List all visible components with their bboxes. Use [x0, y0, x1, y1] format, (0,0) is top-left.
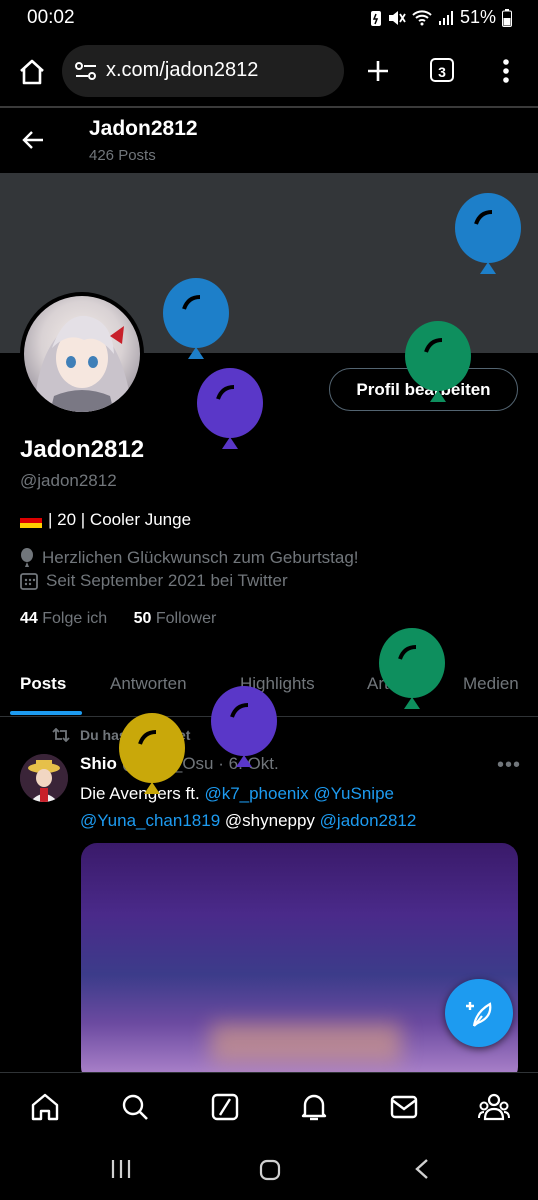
browser-toolbar: x.com/jadon2812 3 [0, 36, 538, 108]
grok-icon[interactable] [210, 1092, 240, 1122]
messages-icon[interactable] [389, 1092, 419, 1122]
profile-birthday: Herzlichen Glückwunsch zum Geburtstag! [20, 548, 359, 568]
tab-medien[interactable]: Medien [463, 674, 519, 694]
mention-link[interactable]: @Yuna_chan1819 [80, 811, 220, 830]
mute-icon [388, 10, 406, 25]
post-more-icon[interactable]: ••• [497, 754, 521, 777]
mention-link[interactable]: @YuSnipe [313, 784, 394, 803]
following-label: Folge ich [42, 610, 108, 627]
birthday-text: Herzlichen Glückwunsch zum Geburtstag! [42, 548, 359, 567]
mention-link[interactable]: @jadon2812 [320, 811, 417, 830]
header-title: Jadon2812 [89, 117, 198, 140]
back-button-icon[interactable] [414, 1158, 430, 1180]
battery-icon [502, 8, 512, 27]
mention-link[interactable]: @k7_phoenix [204, 784, 308, 803]
tab-antworten[interactable]: Antworten [110, 674, 187, 694]
notifications-icon[interactable] [299, 1092, 329, 1122]
followers-count: 50 [133, 610, 152, 627]
profile-handle: @jadon2812 [20, 471, 117, 490]
tab-switcher-button[interactable]: 3 [430, 58, 454, 82]
site-settings-icon[interactable] [74, 60, 98, 82]
compose-post-button[interactable] [445, 979, 513, 1047]
media-blur-highlight [211, 1023, 401, 1063]
url-bar[interactable]: x.com/jadon2812 [62, 45, 344, 97]
home-button-icon[interactable] [259, 1159, 281, 1181]
green-balloon-decoration [379, 628, 445, 709]
bottom-navigation [0, 1072, 538, 1141]
balloon-icon [21, 548, 33, 567]
communities-icon[interactable] [478, 1092, 510, 1122]
germany-flag-icon [20, 512, 42, 528]
purple-balloon-decoration [197, 368, 263, 449]
post-author-name[interactable]: Shio [80, 754, 117, 773]
profile-bio: | 20 | Cooler Junge [20, 510, 191, 530]
tab-posts[interactable]: Posts [20, 674, 66, 694]
calendar-icon [20, 573, 38, 590]
repost-icon [52, 728, 70, 742]
recent-apps-icon[interactable] [110, 1159, 132, 1179]
followers-label: Follower [155, 610, 217, 627]
profile-avatar[interactable] [20, 292, 144, 416]
status-icons: 51% [370, 7, 512, 28]
joined-text: Seit September 2021 bei Twitter [46, 571, 288, 590]
green-balloon-decoration [405, 321, 471, 402]
blue-balloon-decoration [163, 278, 229, 359]
yellow-balloon-decoration [119, 713, 185, 794]
bio-text: | 20 | Cooler Junge [48, 510, 192, 529]
status-time: 00:02 [27, 7, 75, 28]
following-link[interactable]: 44 Folge ich [20, 610, 107, 627]
wifi-icon [412, 9, 432, 25]
following-count: 44 [20, 610, 38, 627]
status-bar: 00:02 51% [0, 0, 538, 36]
home-icon[interactable] [30, 1092, 60, 1122]
header-post-count: 426 Posts [89, 147, 156, 164]
avatar-illustration [34, 315, 132, 412]
new-tab-icon[interactable] [366, 59, 390, 83]
url-text: x.com/jadon2812 [106, 59, 259, 81]
back-arrow-icon[interactable] [22, 130, 44, 150]
signal-icon [438, 10, 453, 25]
system-navigation-bar [0, 1140, 538, 1200]
blue-balloon-decoration [455, 193, 521, 274]
compose-feather-icon [466, 1002, 492, 1027]
purple-balloon-decoration [211, 686, 277, 767]
followers-link[interactable]: 50 Follower [134, 610, 217, 627]
home-icon[interactable] [18, 58, 46, 86]
profile-joined: Seit September 2021 bei Twitter [20, 571, 288, 591]
avatar-image [24, 296, 140, 412]
battery-percent: 51% [459, 7, 496, 27]
plain-mention: @shyneppy [224, 811, 315, 830]
post-author-avatar[interactable] [20, 754, 68, 802]
active-tab-indicator [10, 711, 82, 715]
battery-saver-icon [370, 10, 381, 26]
author-avatar-illustration [20, 754, 68, 802]
post-media[interactable] [81, 843, 518, 1083]
more-menu-icon[interactable] [502, 58, 510, 84]
follow-stats: 44 Folge ich 50 Follower [20, 610, 216, 628]
search-icon[interactable] [120, 1092, 150, 1122]
profile-display-name: Jadon2812 [20, 436, 145, 463]
